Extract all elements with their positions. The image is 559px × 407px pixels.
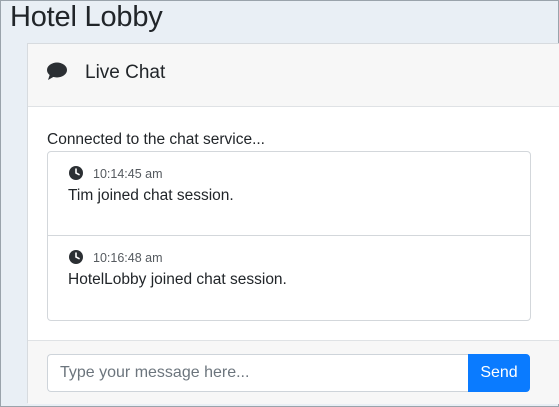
comment-icon bbox=[47, 62, 67, 80]
message-list: 10:14:45 am Tim joined chat session. 10:… bbox=[47, 151, 531, 321]
message-text: HotelLobby joined chat session. bbox=[68, 271, 287, 288]
connection-status: Connected to the chat service... bbox=[47, 131, 265, 148]
message-time: 10:16:48 am bbox=[93, 251, 163, 265]
clock-icon bbox=[69, 166, 83, 180]
chat-message: 10:16:48 am HotelLobby joined chat sessi… bbox=[48, 236, 530, 320]
message-input[interactable] bbox=[47, 354, 469, 392]
message-time: 10:14:45 am bbox=[93, 167, 163, 181]
chat-message: 10:14:45 am Tim joined chat session. bbox=[48, 152, 530, 236]
chat-footer: Send bbox=[28, 340, 559, 404]
chat-title: Live Chat bbox=[85, 62, 166, 83]
clock-icon bbox=[69, 250, 83, 264]
message-text: Tim joined chat session. bbox=[68, 187, 234, 204]
chat-header: Live Chat bbox=[28, 44, 559, 107]
page-title: Hotel Lobby bbox=[10, 1, 163, 33]
chat-card: Live Chat Connected to the chat service.… bbox=[27, 43, 559, 404]
send-button[interactable]: Send bbox=[468, 354, 530, 392]
